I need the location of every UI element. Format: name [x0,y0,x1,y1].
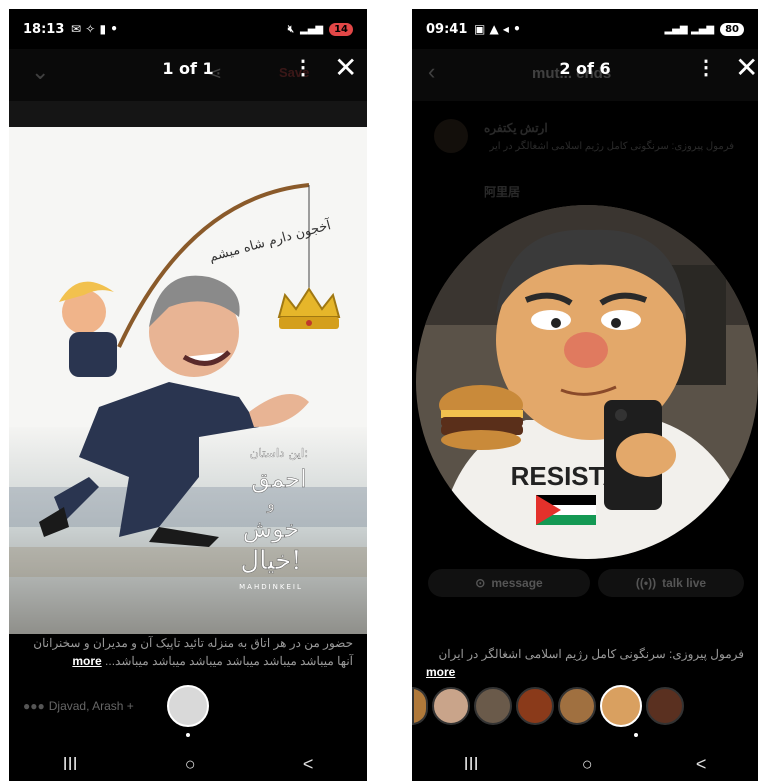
bg-user1: ارتش يكتفره [484,121,548,135]
status-right: ▂▄▆ ▂▄▆ 80 [664,22,744,36]
story-line-1: این داستان: [250,446,309,461]
reactions-text: Djavad, Arash + [48,699,134,713]
thumbnail[interactable] [167,685,209,727]
thumbnail[interactable] [558,687,596,725]
burger-icon [439,385,523,450]
page-indicator-dot [186,733,190,737]
thumbnail-strip [167,685,209,727]
thumbnail[interactable] [412,687,428,725]
left-phone-screen: 18:13 ✉ ✧ ▮ • 🔇︎ ▂▄▆ 14 ⌄ ⋖ Save 1 of 1 … [9,9,367,781]
thumbnail[interactable] [474,687,512,725]
artist-signature: MAHDINKEIL [239,583,303,591]
bg-avatar [434,119,468,153]
post-caption: حضور من در هر اتاق به منزله تائید تاپیک … [23,634,353,670]
battery-icon: 14 [329,22,353,36]
home-button[interactable]: ○ [185,754,196,775]
status-bar: 09:41 ▣ ▲ ◂ • ▂▄▆ ▂▄▆ 80 [412,9,758,49]
talk-live-button[interactable]: ((•)) talk live [598,569,744,597]
background-strip [9,101,367,127]
more-options-icon[interactable]: ⋮ [293,55,313,80]
post-caption: فرمول پیروزی: سرنگونی کامل رژیم اسلامی ا… [426,645,744,681]
story-line-4: خوش [243,515,300,543]
broadcast-icon: ((•)) [635,576,657,590]
reaction-avatars-icon: ●●● [23,699,45,713]
thumbnail-strip [412,685,684,727]
story-line-3: و [266,494,275,513]
right-phone-screen: 09:41 ▣ ▲ ◂ • ▂▄▆ ▂▄▆ 80 ‹ mut... ends 2… [412,9,758,781]
image-counter: 1 of 1 [162,59,214,78]
thumbnail[interactable] [600,685,642,727]
recents-button[interactable]: III [464,754,479,775]
caption-text: فرمول پیروزی: سرنگونی کامل رژیم اسلامی ا… [438,647,744,661]
signal-icon: ▂▄▆ ▂▄▆ [664,23,715,35]
close-icon[interactable]: ✕ [735,51,758,84]
battery-icon: 80 [720,22,744,36]
mute-icon: 🔇︎ [287,23,294,35]
story-line-2: احمق [251,465,306,493]
home-button[interactable]: ○ [582,754,593,775]
message-label: message [491,576,543,590]
muppet-photo: RESISTA [416,205,758,559]
back-button[interactable]: < [696,754,707,775]
more-link[interactable]: more [72,654,101,668]
thumbnail[interactable] [432,687,470,725]
profile-image-viewer: RESISTA [416,205,758,560]
signal-icon: ▂▄▆ [300,23,324,35]
android-nav-bar: III ○ < [412,747,758,781]
status-time: 18:13 [23,21,65,37]
recents-button[interactable]: III [63,754,78,775]
reactions-row: ●●● Djavad, Arash + [23,699,134,713]
talk-live-label: talk live [662,576,707,590]
status-bar: 18:13 ✉ ✧ ▮ • 🔇︎ ▂▄▆ 14 [9,9,367,49]
thumbnail[interactable] [516,687,554,725]
status-icons: ▣ ▲ ◂ • [474,22,521,36]
bg-user2: 阿里居 [484,185,521,199]
more-link[interactable]: more [426,663,455,681]
caricature-art: آخجون دارم شاه میشم این داستان: احمق و خ… [9,127,367,634]
android-nav-bar: III ○ < [9,747,367,781]
caricature-image: آخجون دارم شاه میشم این داستان: احمق و خ… [9,127,367,634]
status-icons: ✉ ✧ ▮ • [71,22,118,36]
back-button[interactable]: < [303,754,314,775]
message-icon: ⊙ [475,576,486,590]
close-icon[interactable]: ✕ [334,51,357,84]
more-options-icon[interactable]: ⋮ [696,55,716,80]
message-button[interactable]: ⊙ message [428,569,590,597]
bg-user1-sub: فرمول پیروزی: سرنگونی کامل رژیم اسلامی ا… [489,141,734,152]
status-right: 🔇︎ ▂▄▆ 14 [287,22,353,36]
thumbnail[interactable] [646,687,684,725]
status-time: 09:41 [426,21,468,37]
story-line-5: خیال! [240,546,301,576]
page-indicator-dot [634,733,638,737]
